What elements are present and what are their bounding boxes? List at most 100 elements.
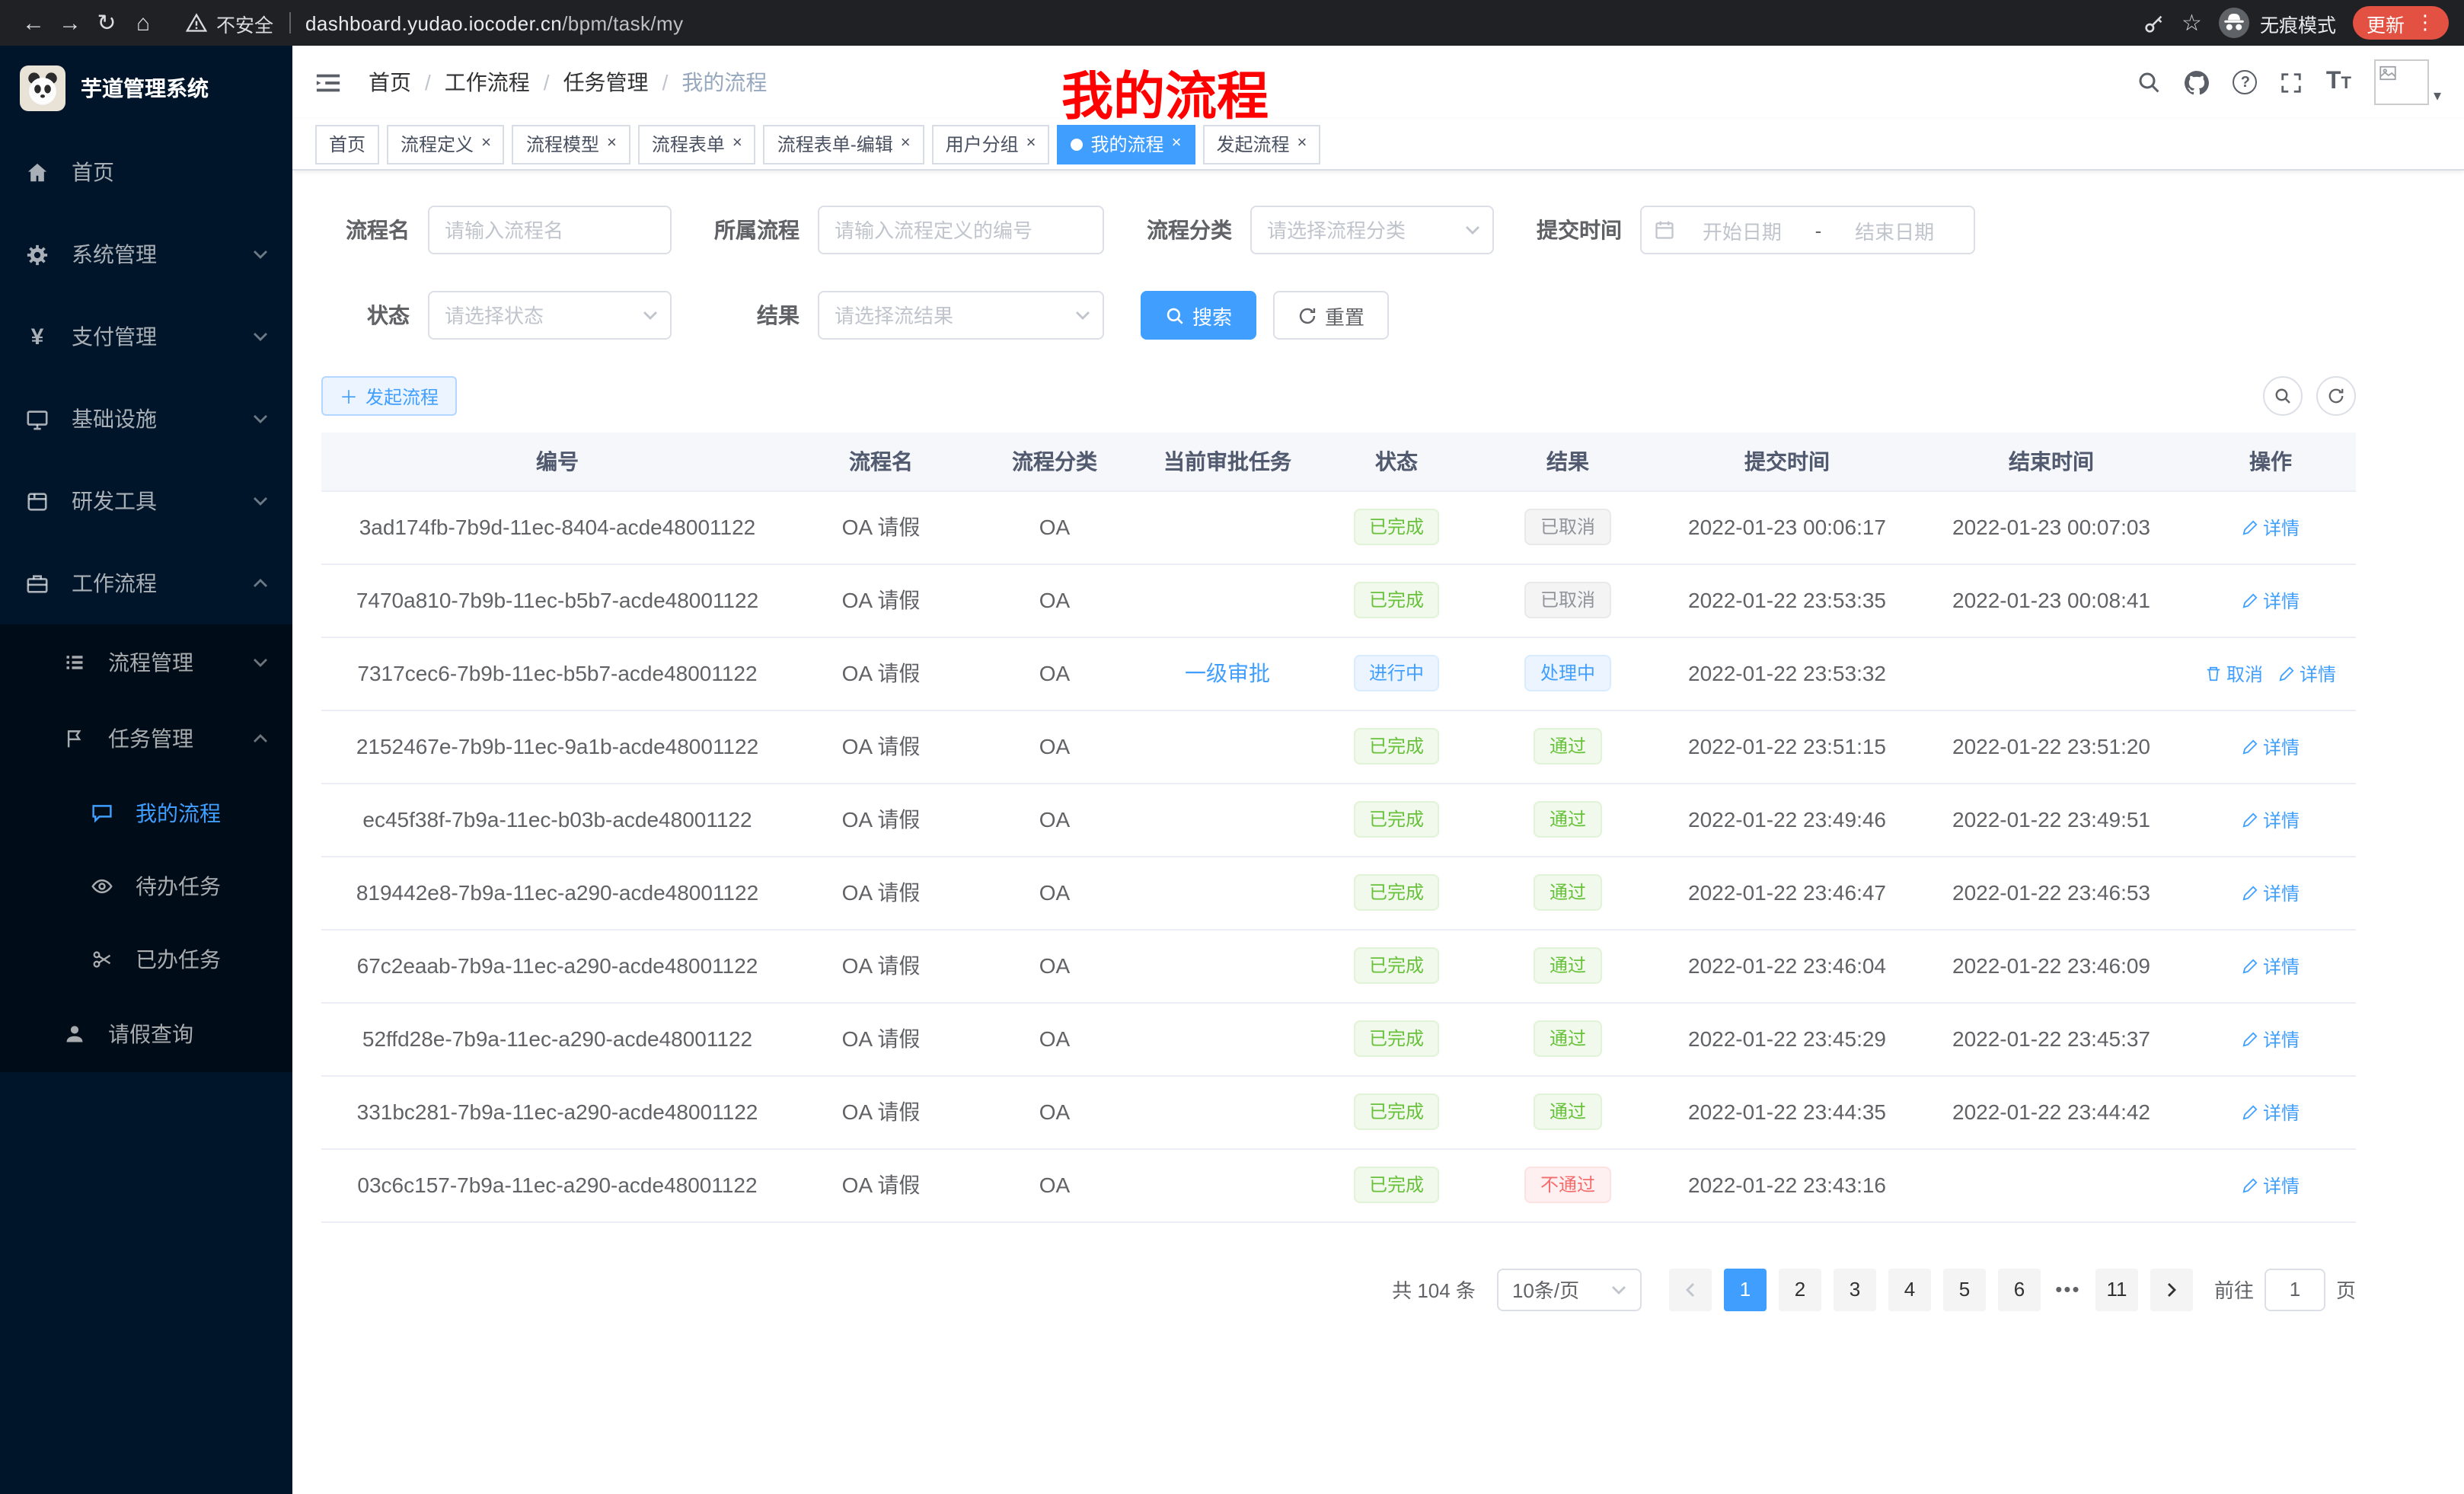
tab-process-definition[interactable]: 流程定义× bbox=[387, 124, 505, 164]
font-size-icon[interactable]: TT bbox=[2326, 69, 2351, 96]
edit-icon bbox=[2242, 519, 2258, 535]
close-icon[interactable]: × bbox=[607, 136, 617, 152]
sidebar-item-dev-tools[interactable]: 研发工具 bbox=[0, 460, 292, 542]
help-icon[interactable]: ? bbox=[2233, 70, 2258, 94]
bookmark-star-icon[interactable]: ☆ bbox=[2182, 9, 2202, 37]
close-icon[interactable]: × bbox=[1297, 136, 1307, 152]
category-select[interactable] bbox=[1250, 206, 1494, 254]
close-icon[interactable]: × bbox=[1026, 136, 1036, 152]
page-size-select[interactable]: 10条/页 bbox=[1497, 1268, 1642, 1310]
detail-link[interactable]: 详情 bbox=[2242, 733, 2300, 759]
detail-link[interactable]: 详情 bbox=[2242, 879, 2300, 905]
github-icon[interactable] bbox=[2185, 69, 2210, 95]
close-icon[interactable]: × bbox=[481, 136, 491, 152]
page-content: 流程名 所属流程 流程分类 提交 bbox=[292, 171, 2464, 1494]
edit-icon bbox=[2242, 1176, 2258, 1193]
detail-link[interactable]: 详情 bbox=[2278, 660, 2336, 686]
update-button[interactable]: 更新 ⋮ bbox=[2353, 6, 2449, 40]
chat-bubble-icon bbox=[88, 803, 114, 824]
process-name-input[interactable] bbox=[428, 206, 672, 254]
forward-button[interactable]: → bbox=[52, 3, 88, 43]
flag-icon bbox=[61, 728, 87, 749]
tab-start-process[interactable]: 发起流程× bbox=[1202, 124, 1320, 164]
page-button-4[interactable]: 4 bbox=[1888, 1268, 1931, 1310]
sidebar-item-system-management[interactable]: 系统管理 bbox=[0, 213, 292, 295]
key-icon[interactable] bbox=[2142, 11, 2165, 34]
toggle-search-button[interactable] bbox=[2263, 376, 2303, 416]
detail-label: 详情 bbox=[2263, 587, 2300, 613]
sidebar-item-leave-query[interactable]: 请假查询 bbox=[0, 996, 292, 1072]
cancel-link[interactable]: 取消 bbox=[2205, 660, 2263, 686]
tab-process-form[interactable]: 流程表单× bbox=[638, 124, 756, 164]
sidebar-item-process-management[interactable]: 流程管理 bbox=[0, 624, 292, 701]
search-button[interactable]: 搜索 bbox=[1141, 291, 1256, 340]
table-row: 3ad174fb-7b9d-11ec-8404-acde48001122 OA … bbox=[321, 490, 2356, 563]
reset-button[interactable]: 重置 bbox=[1273, 291, 1389, 340]
refresh-table-button[interactable] bbox=[2316, 376, 2356, 416]
detail-link[interactable]: 详情 bbox=[2242, 514, 2300, 540]
page-button-2[interactable]: 2 bbox=[1779, 1268, 1821, 1310]
page-button-1[interactable]: 1 bbox=[1724, 1268, 1767, 1310]
tab-user-group[interactable]: 用户分组× bbox=[932, 124, 1050, 164]
next-page-button[interactable] bbox=[2150, 1268, 2193, 1310]
detail-link[interactable]: 详情 bbox=[2242, 1172, 2300, 1198]
back-button[interactable]: ← bbox=[15, 3, 52, 43]
col-status: 状态 bbox=[1314, 433, 1479, 490]
start-process-button[interactable]: ＋ 发起流程 bbox=[321, 376, 457, 416]
cell-name: OA 请假 bbox=[793, 929, 969, 1002]
sidebar-item-payment-management[interactable]: ¥ 支付管理 bbox=[0, 295, 292, 378]
detail-link[interactable]: 详情 bbox=[2242, 953, 2300, 978]
page-button-5[interactable]: 5 bbox=[1943, 1268, 1986, 1310]
detail-link[interactable]: 详情 bbox=[2242, 587, 2300, 613]
security-chip[interactable]: 不安全 bbox=[186, 8, 273, 37]
sidebar-item-done-tasks[interactable]: 已办任务 bbox=[0, 923, 292, 996]
prev-page-button[interactable] bbox=[1669, 1268, 1712, 1310]
home-button[interactable]: ⌂ bbox=[125, 3, 161, 43]
more-pages-icon[interactable]: ••• bbox=[2047, 1278, 2089, 1301]
result-select[interactable] bbox=[818, 291, 1104, 340]
close-icon[interactable]: × bbox=[732, 136, 742, 152]
sidebar-toggle-icon[interactable] bbox=[315, 69, 341, 95]
browser-menu-icon[interactable]: ⋮ bbox=[2415, 11, 2435, 35]
goto-page-input[interactable] bbox=[2265, 1268, 2325, 1310]
sidebar-item-infrastructure[interactable]: 基础设施 bbox=[0, 378, 292, 460]
fullscreen-icon[interactable] bbox=[2280, 71, 2303, 94]
page-button-3[interactable]: 3 bbox=[1834, 1268, 1876, 1310]
detail-link[interactable]: 详情 bbox=[2242, 806, 2300, 832]
current-task-link[interactable]: 一级审批 bbox=[1185, 661, 1270, 685]
reload-button[interactable]: ↻ bbox=[88, 3, 125, 43]
tab-home[interactable]: 首页 bbox=[315, 124, 379, 164]
sidebar-item-label: 系统管理 bbox=[72, 239, 157, 270]
status-badge: 已完成 bbox=[1354, 582, 1439, 618]
page-button-6[interactable]: 6 bbox=[1998, 1268, 2041, 1310]
table-row: 819442e8-7b9a-11ec-a290-acde48001122 OA … bbox=[321, 856, 2356, 929]
avatar[interactable] bbox=[2374, 59, 2429, 105]
filter-row-1: 流程名 所属流程 流程分类 提交 bbox=[321, 206, 2464, 254]
breadcrumb-item-task-management[interactable]: 任务管理 bbox=[563, 67, 649, 97]
tab-my-process[interactable]: 我的流程× bbox=[1058, 124, 1195, 164]
sidebar-item-workflow[interactable]: 工作流程 bbox=[0, 542, 292, 624]
close-icon[interactable]: × bbox=[1172, 136, 1182, 152]
breadcrumb-item-home[interactable]: 首页 bbox=[369, 67, 411, 97]
search-icon[interactable] bbox=[2137, 70, 2162, 94]
user-menu[interactable]: ▾ bbox=[2374, 59, 2441, 105]
breadcrumb-item-workflow[interactable]: 工作流程 bbox=[445, 67, 530, 97]
url-text[interactable]: dashboard.yudao.iocoder.cn/bpm/task/my bbox=[305, 11, 684, 34]
sidebar-item-home[interactable]: 首页 bbox=[0, 131, 292, 213]
process-definition-input[interactable] bbox=[818, 206, 1104, 254]
page-button-11[interactable]: 11 bbox=[2095, 1268, 2138, 1310]
sidebar-item-my-process[interactable]: 我的流程 bbox=[0, 777, 292, 850]
sidebar-item-todo-tasks[interactable]: 待办任务 bbox=[0, 850, 292, 923]
result-badge: 通过 bbox=[1534, 1093, 1601, 1130]
status-select[interactable] bbox=[428, 291, 672, 340]
close-icon[interactable]: × bbox=[901, 136, 911, 152]
detail-link[interactable]: 详情 bbox=[2242, 1026, 2300, 1052]
detail-link[interactable]: 详情 bbox=[2242, 1099, 2300, 1125]
filter-label: 提交时间 bbox=[1530, 215, 1622, 245]
chevron-down-icon bbox=[253, 250, 268, 259]
sidebar-item-task-management[interactable]: 任务管理 bbox=[0, 701, 292, 777]
result-badge: 通过 bbox=[1534, 874, 1601, 911]
tab-process-form-edit[interactable]: 流程表单-编辑× bbox=[764, 124, 924, 164]
tab-process-model[interactable]: 流程模型× bbox=[512, 124, 630, 164]
submit-time-range[interactable]: 开始日期 - 结束日期 bbox=[1640, 206, 1975, 254]
